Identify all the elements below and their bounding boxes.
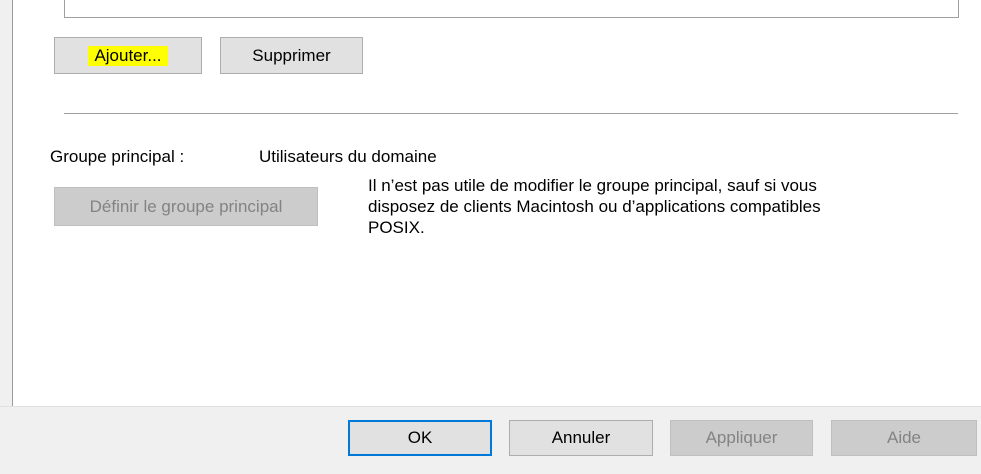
primary-group-label: Groupe principal : xyxy=(50,147,185,166)
info-line: POSIX. xyxy=(368,218,425,237)
primary-group-info-text: Il n’est pas utile de modifier le groupe… xyxy=(368,175,968,238)
section-separator xyxy=(64,113,958,114)
primary-group-value: Utilisateurs du domaine xyxy=(259,147,437,166)
member-of-list[interactable] xyxy=(64,0,959,18)
dialog-footer: OK Annuler Appliquer Aide xyxy=(0,406,981,474)
remove-button[interactable]: Supprimer xyxy=(220,37,363,74)
add-button[interactable]: Ajouter... xyxy=(54,37,202,74)
info-line: Il n’est pas utile de modifier le groupe… xyxy=(368,176,817,195)
cancel-button[interactable]: Annuler xyxy=(509,420,653,456)
info-line: disposez de clients Macintosh ou d’appli… xyxy=(368,197,821,216)
ok-button[interactable]: OK xyxy=(348,420,492,456)
apply-button[interactable]: Appliquer xyxy=(670,420,813,456)
add-button-label: Ajouter... xyxy=(88,45,168,66)
dialog-content-panel: Ajouter... Supprimer Groupe principal : … xyxy=(12,0,981,406)
properties-dialog: { "members": { "add_label": "Ajouter..."… xyxy=(0,0,981,474)
set-primary-group-button[interactable]: Définir le groupe principal xyxy=(54,187,318,226)
help-button[interactable]: Aide xyxy=(831,420,977,456)
